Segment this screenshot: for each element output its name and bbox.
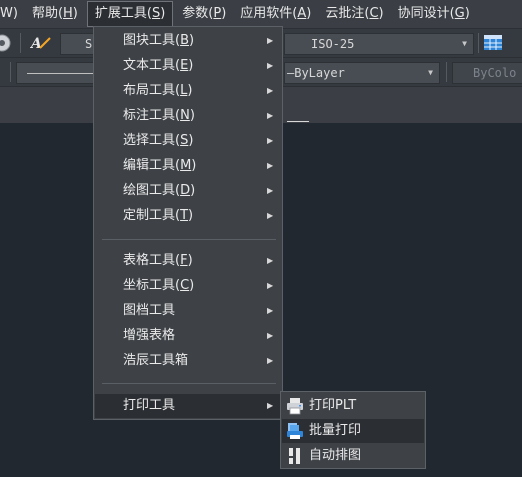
text-style-icon[interactable]: A [29,33,52,57]
submenu-arrow-icon: ▶ [267,306,274,315]
menu-window-partial[interactable]: W) [0,0,25,28]
batch-print-icon [286,422,304,440]
submenu-item-auto-arrange[interactable]: 自动排图 [282,444,424,468]
menu-item-dimension-tools[interactable]: 标注工具(N) ▶ [95,104,282,128]
linetype-preview [27,73,95,74]
menu-applications[interactable]: 应用软件(A) [233,0,318,28]
submenu-item-batch-print[interactable]: 批量打印 [282,419,424,443]
menu-item-coordinate-tools[interactable]: 坐标工具(C) ▶ [95,274,282,298]
dimension-style-combo[interactable]: ISO-25 ▼ [284,33,474,55]
printer-icon [286,397,304,415]
submenu-arrow-icon: ▶ [267,186,274,195]
menu-item-print-tools[interactable]: 打印工具 ▶ [95,394,282,418]
menu-item-edit-tools[interactable]: 编辑工具(M) ▶ [95,154,282,178]
submenu-arrow-icon: ▶ [267,211,274,220]
menu-item-block-tools[interactable]: 图块工具(B) ▶ [95,29,282,53]
style-manager-icon[interactable] [0,33,12,57]
extension-tools-dropdown: 图块工具(B) ▶ 文本工具(E) ▶ 布局工具(L) ▶ 标注工具(N) ▶ 选择工具… [93,26,283,420]
submenu-arrow-icon: ▶ [267,111,274,120]
submenu-arrow-icon: ▶ [267,136,274,145]
plot-style-value: ByColo [473,66,517,80]
menu-extension-tools[interactable]: 扩展工具(S) [86,1,174,27]
menu-bar: W) 帮助(H) 扩展工具(S) 参数(P) 应用软件(A) 云批注(C) 协同… [0,0,522,28]
submenu-arrow-icon: ▶ [267,256,274,265]
menu-item-selection-tools[interactable]: 选择工具(S) ▶ [95,129,282,153]
lineweight-combo[interactable]: —ByLayer ▼ [284,62,440,84]
submenu-arrow-icon: ▶ [267,61,274,70]
menu-item-drawing-archive-tools[interactable]: 图档工具 ▶ [95,299,282,323]
menu-cloud-annotation[interactable]: 云批注(C) [318,0,390,28]
dimension-style-value: ISO-25 [311,37,355,51]
lineweight-value: —ByLayer [287,66,345,80]
menu-separator [102,239,276,240]
submenu-arrow-icon: ▶ [267,161,274,170]
chevron-down-icon: ▼ [428,68,433,77]
menu-parameters[interactable]: 参数(P) [175,0,233,28]
table-style-icon[interactable] [483,33,503,57]
menu-item-text-tools[interactable]: 文本工具(E) ▶ [95,54,282,78]
text-style-combo[interactable]: S [60,33,96,55]
auto-arrange-icon [286,447,304,465]
tab-indicator [287,121,309,122]
submenu-item-print-plt[interactable]: 打印PLT [282,394,424,418]
linetype-combo[interactable] [16,62,96,84]
text-style-value: S [85,37,93,51]
submenu-arrow-icon: ▶ [267,36,274,45]
menu-separator [102,383,276,384]
menu-item-gstarcad-toolbox[interactable]: 浩辰工具箱 ▶ [95,349,282,373]
menu-item-custom-tools[interactable]: 定制工具(T) ▶ [95,204,282,228]
plot-style-combo[interactable]: ByColo [452,62,522,84]
menu-item-enhanced-table[interactable]: 增强表格 ▶ [95,324,282,348]
submenu-arrow-icon: ▶ [267,401,274,410]
menu-collaborative-design[interactable]: 协同设计(G) [391,0,477,28]
submenu-arrow-icon: ▶ [267,281,274,290]
svg-text:A: A [30,36,42,52]
menu-item-layout-tools[interactable]: 布局工具(L) ▶ [95,79,282,103]
menu-item-draw-tools[interactable]: 绘图工具(D) ▶ [95,179,282,203]
menu-help[interactable]: 帮助(H) [25,0,85,28]
print-tools-submenu: 打印PLT 批量打印 自动排图 [280,391,426,469]
menu-item-table-tools[interactable]: 表格工具(F) ▶ [95,249,282,273]
chevron-down-icon: ▼ [462,39,467,48]
submenu-arrow-icon: ▶ [267,331,274,340]
submenu-arrow-icon: ▶ [267,86,274,95]
submenu-arrow-icon: ▶ [267,356,274,365]
